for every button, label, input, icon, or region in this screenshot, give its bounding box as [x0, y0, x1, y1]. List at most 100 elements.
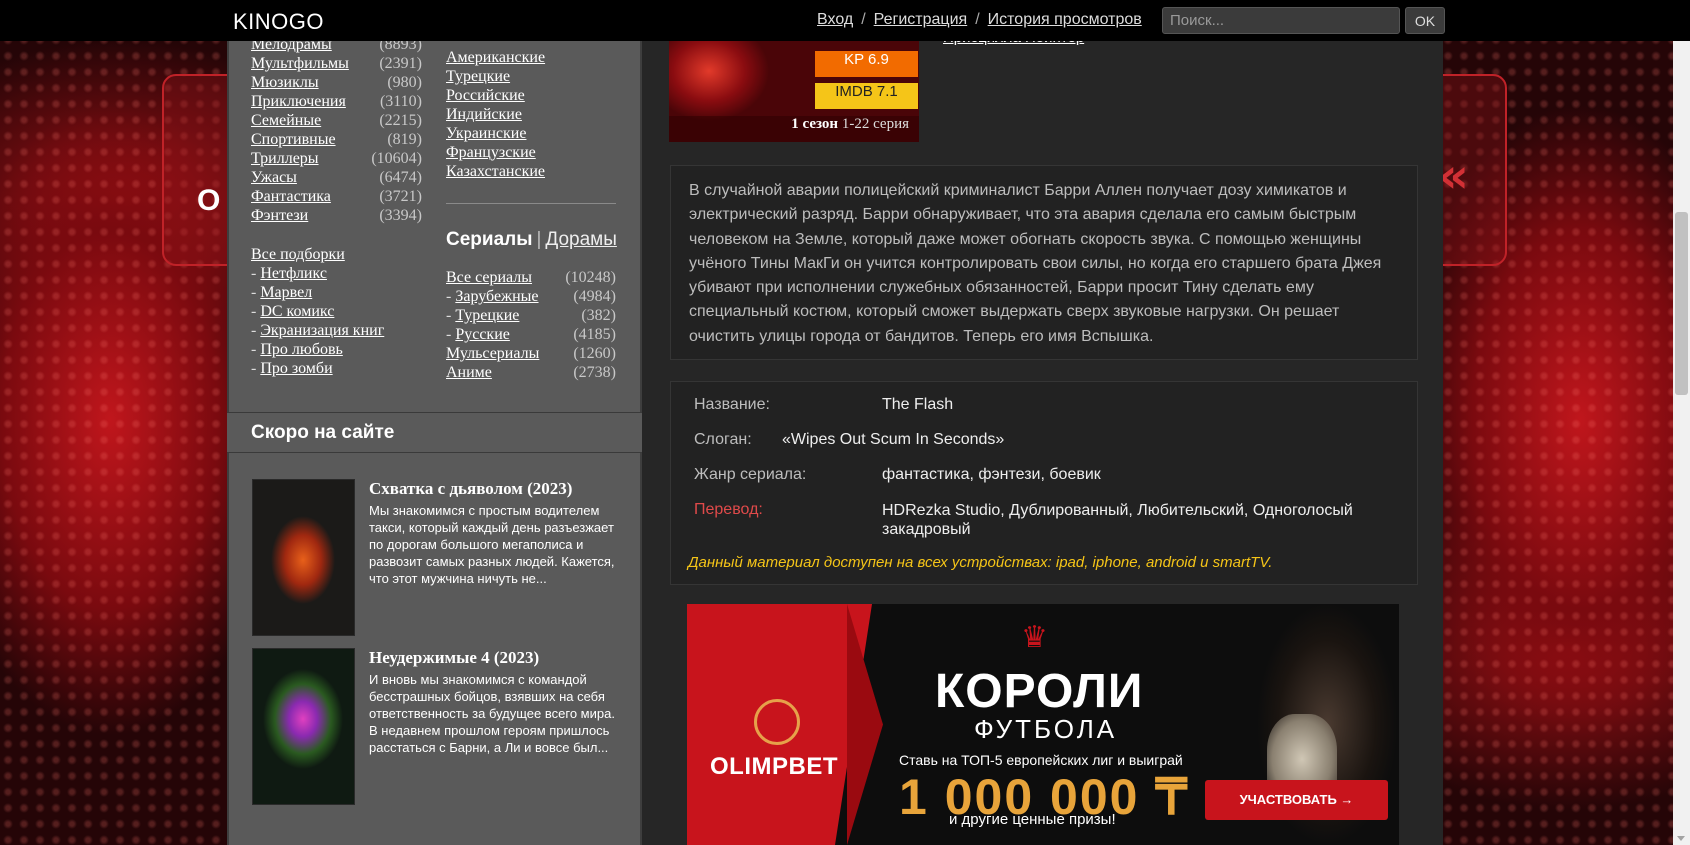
- register-link[interactable]: Регистрация: [874, 11, 968, 28]
- scroll-down-arrow-icon[interactable]: [1677, 836, 1685, 841]
- collections-list: - Нетфликс - Марвел - DC комикс - Экранизац…: [251, 264, 422, 378]
- genre-link[interactable]: Семейные: [251, 112, 321, 129]
- divider: [446, 203, 616, 204]
- collection-link[interactable]: Нетфликс: [260, 265, 327, 282]
- serial-item: - Русские (4185): [446, 325, 616, 344]
- ad-title-line2: ФУТБОЛА: [974, 714, 1118, 744]
- slogan-value: «Wipes Out Scum In Seconds»: [782, 431, 1005, 448]
- coming-soon-item-description: И вновь мы знакомимся с командой бесстра…: [369, 672, 615, 755]
- genre-link[interactable]: Спортивные: [251, 131, 336, 148]
- genre-count: (6474): [379, 169, 422, 186]
- genre-count: (2391): [379, 55, 422, 72]
- serial-count: (2738): [573, 364, 616, 381]
- search-input[interactable]: [1162, 7, 1400, 34]
- ad-participate-button[interactable]: УЧАСТВОВАТЬ →: [1205, 780, 1388, 820]
- olimpbet-logo-icon: [754, 699, 800, 745]
- genre-count: (3110): [379, 93, 422, 110]
- all-collections-link[interactable]: Все подборки: [251, 246, 345, 263]
- top-bar: KINOGO Вход / Регистрация / История просмотр…: [0, 0, 1690, 41]
- country-link[interactable]: Турецкие: [446, 68, 510, 85]
- country-item: Казахстанские: [446, 162, 616, 181]
- genre-link[interactable]: Триллеры: [251, 150, 319, 167]
- coming-soon-item-description: Мы знакомимся с простым водителем такси,…: [369, 503, 615, 586]
- country-link[interactable]: Украинские: [446, 125, 526, 142]
- genre-item: Фантастика (3721): [251, 187, 422, 206]
- country-link[interactable]: Французские: [446, 144, 536, 161]
- genre-link[interactable]: Ужасы: [251, 169, 297, 186]
- genre-item: Мюзиклы (980): [251, 73, 422, 92]
- coming-soon-item-title[interactable]: Схватка с дьяволом (2023): [369, 479, 619, 499]
- background-left-glyph: O: [197, 184, 221, 217]
- list-dash: -: [251, 322, 257, 339]
- genre-item: Фэнтези (3394): [251, 206, 422, 225]
- country-link[interactable]: Американские: [446, 49, 545, 66]
- collection-link[interactable]: Про любовь: [260, 341, 342, 358]
- genre-link[interactable]: Мюзиклы: [251, 74, 319, 91]
- serials-heading-label[interactable]: Сериалы: [446, 229, 532, 250]
- nav-separator: /: [861, 11, 866, 28]
- genre-count: (3394): [379, 207, 422, 224]
- slogan-label: Слоган:: [694, 431, 752, 448]
- list-dash: -: [251, 303, 257, 320]
- list-dash: -: [251, 265, 257, 282]
- collection-link[interactable]: DC комикс: [260, 303, 334, 320]
- serial-count: (382): [581, 307, 616, 324]
- list-dash: -: [251, 284, 257, 301]
- collection-link[interactable]: Экранизация книг: [260, 322, 384, 339]
- crown-icon: ♛: [1021, 620, 1048, 655]
- genre-item: Триллеры (10604): [251, 149, 422, 168]
- top-nav: Вход / Регистрация / История просмотров: [817, 11, 1142, 29]
- serials-heading: Сериалы | Дорамы: [446, 229, 617, 250]
- genre-count: (2215): [379, 112, 422, 129]
- advertisement-banner[interactable]: OLIMPBET ♛ КОРОЛИ ФУТБОЛА Ставь на ТОП-5…: [687, 604, 1399, 845]
- serial-count: (4185): [573, 326, 616, 343]
- genre-link[interactable]: Фэнтези: [251, 207, 308, 224]
- title-label: Название:: [694, 396, 770, 413]
- country-link[interactable]: Казахстанские: [446, 163, 545, 180]
- ad-title-line1: КОРОЛИ: [935, 665, 1144, 718]
- poster-image[interactable]: [252, 479, 355, 636]
- coming-soon-item-title[interactable]: Неудержимые 4 (2023): [369, 648, 619, 668]
- site-logo[interactable]: KINOGO: [233, 9, 324, 35]
- login-link[interactable]: Вход: [817, 11, 853, 28]
- page-scrollbar[interactable]: [1673, 0, 1690, 845]
- collection-link[interactable]: Марвел: [260, 284, 312, 301]
- genre-link[interactable]: Мультфильмы: [251, 55, 349, 72]
- country-link[interactable]: Российские: [446, 87, 525, 104]
- device-availability-note: Данный материал доступен на всех устройс…: [688, 554, 1273, 571]
- collection-item: - Про любовь: [251, 340, 422, 359]
- serial-link[interactable]: Зарубежные: [455, 288, 538, 305]
- list-dash: -: [251, 360, 257, 377]
- nav-separator: /: [975, 11, 980, 28]
- serial-link[interactable]: Мульсериалы: [446, 345, 539, 362]
- serial-count: (10248): [565, 269, 616, 286]
- genre-link[interactable]: Фантастика: [251, 188, 331, 205]
- genre-count: (819): [387, 131, 422, 148]
- serials-list: Все сериалы (10248) - Зарубежные (4984) - Ту…: [446, 268, 616, 382]
- serial-link[interactable]: Все сериалы: [446, 269, 532, 286]
- serial-item: Мульсериалы (1260): [446, 344, 616, 363]
- coming-soon-header: Скоро на сайте: [227, 412, 642, 453]
- collection-link[interactable]: Про зомби: [260, 360, 332, 377]
- dramas-link[interactable]: Дорамы: [545, 229, 617, 250]
- serial-link[interactable]: Турецкие: [455, 307, 519, 324]
- genre-count: (3721): [379, 188, 422, 205]
- serial-count: (4984): [573, 288, 616, 305]
- poster-image[interactable]: [252, 648, 355, 805]
- history-link[interactable]: История просмотров: [988, 11, 1142, 28]
- country-link[interactable]: Индийские: [446, 106, 522, 123]
- genre-count: (10604): [371, 150, 422, 167]
- genre-item: Ужасы (6474): [251, 168, 422, 187]
- country-item: Турецкие: [446, 67, 616, 86]
- search-submit-button[interactable]: OK: [1405, 7, 1445, 34]
- genre-item: Семейные (2215): [251, 111, 422, 130]
- genre-count: (980): [387, 74, 422, 91]
- translation-value: HDRezka Studio, Дублированный, Любительс…: [882, 502, 1353, 538]
- country-item: Французские: [446, 143, 616, 162]
- scrollbar-thumb[interactable]: [1675, 212, 1688, 395]
- serial-link[interactable]: Русские: [455, 326, 510, 343]
- collection-item: - Экранизация книг: [251, 321, 422, 340]
- serial-link[interactable]: Аниме: [446, 364, 492, 381]
- country-item: Российские: [446, 86, 616, 105]
- genre-link[interactable]: Приключения: [251, 93, 346, 110]
